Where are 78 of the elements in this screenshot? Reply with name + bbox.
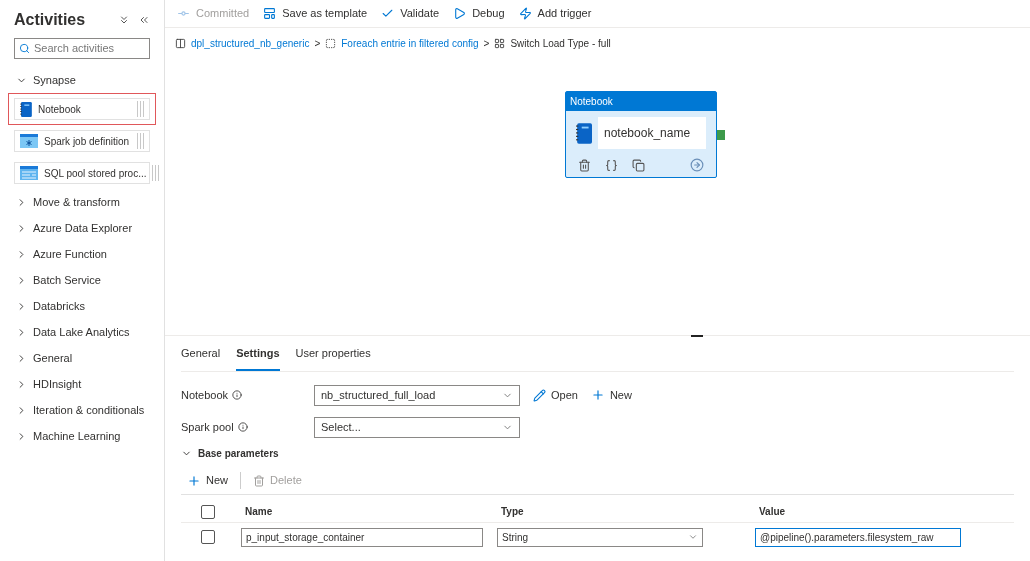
chevron-down-icon xyxy=(688,532,698,542)
value-field[interactable]: @pipeline().parameters.filesystem_raw xyxy=(755,527,961,547)
toolbar-button[interactable]: Debug xyxy=(453,5,505,22)
activity-item[interactable]: Spark job definition xyxy=(14,130,150,152)
column-header: Name xyxy=(245,505,274,519)
tab[interactable]: User properties xyxy=(295,344,371,371)
code-icon[interactable] xyxy=(605,158,618,172)
node-name: notebook_name xyxy=(598,117,706,149)
lightning-icon xyxy=(518,7,532,20)
pipeline-icon xyxy=(175,37,186,49)
breadcrumb-separator: > xyxy=(314,36,321,51)
action-button[interactable]: New xyxy=(590,386,632,404)
trash-icon xyxy=(253,474,265,487)
field-label: Notebook xyxy=(181,387,229,403)
type-dropdown[interactable]: String xyxy=(497,527,703,547)
info-icon[interactable] xyxy=(232,390,243,400)
add-output-icon[interactable] xyxy=(690,158,704,172)
breadcrumb-link[interactable]: Switch Load Type - full xyxy=(510,35,611,51)
notebook-icon xyxy=(576,122,592,144)
name-field[interactable]: p_input_storage_container xyxy=(241,527,483,547)
stored-procedure-icon xyxy=(20,166,38,180)
plus-icon xyxy=(187,473,201,488)
search-input[interactable]: Search activities xyxy=(34,40,145,57)
breadcrumb-link[interactable]: Foreach entrie in filtered config xyxy=(341,35,479,51)
drag-handle-icon[interactable] xyxy=(137,101,144,117)
category-header[interactable]: Machine Learning xyxy=(0,423,164,449)
breadcrumb-link[interactable]: dpl_structured_nb_generic xyxy=(191,35,310,51)
output-port[interactable] xyxy=(717,129,725,140)
collapse-all-icon[interactable] xyxy=(118,14,130,26)
tab[interactable]: General xyxy=(181,344,221,371)
checkbox[interactable] xyxy=(201,530,215,544)
field-label: Spark pool xyxy=(181,419,234,435)
activity-item[interactable]: Notebook xyxy=(14,98,150,120)
spark-job-icon xyxy=(20,134,38,148)
toolbar-button[interactable]: Save as template xyxy=(263,5,368,22)
drag-handle-icon[interactable] xyxy=(152,165,160,181)
toolbar-button[interactable]: Add trigger xyxy=(518,5,592,22)
category-header[interactable]: Azure Data Explorer xyxy=(0,215,164,241)
category-header[interactable]: General xyxy=(0,345,164,371)
category-header[interactable]: Batch Service xyxy=(0,267,164,293)
collapse-panel-icon[interactable] xyxy=(138,14,150,26)
drag-handle-icon[interactable] xyxy=(137,133,144,149)
copy-icon[interactable] xyxy=(632,158,645,172)
action-button[interactable]: New xyxy=(187,472,228,489)
search-field[interactable]: Search activities xyxy=(14,38,150,59)
category-header[interactable]: Azure Function xyxy=(0,241,164,267)
spark-pool-dropdown[interactable]: Select... xyxy=(314,416,520,438)
node-title: Notebook xyxy=(566,92,716,111)
pencil-icon xyxy=(533,388,546,402)
search-icon xyxy=(19,43,30,54)
delete-icon[interactable] xyxy=(578,158,591,172)
resize-handle[interactable] xyxy=(691,335,703,337)
check-icon xyxy=(381,7,395,20)
category-header[interactable]: Data Lake Analytics xyxy=(0,319,164,345)
chevron-right-icon xyxy=(16,248,27,260)
info-icon[interactable] xyxy=(237,422,248,432)
template-icon xyxy=(263,7,277,20)
play-icon xyxy=(453,7,467,20)
column-header: Value xyxy=(759,505,786,519)
column-header: Type xyxy=(501,505,525,519)
category-header[interactable]: Synapse xyxy=(0,67,164,93)
notebook-dropdown[interactable]: nb_structured_full_load xyxy=(314,384,520,406)
breadcrumb-separator: > xyxy=(483,36,490,51)
toolbar-button[interactable]: Validate xyxy=(381,5,440,22)
notebook-icon xyxy=(20,101,32,117)
category-header[interactable]: Databricks xyxy=(0,293,164,319)
checkbox[interactable] xyxy=(201,504,215,519)
tab[interactable]: Settings xyxy=(236,344,280,371)
activity-node[interactable]: Notebook notebook_name xyxy=(565,91,717,178)
category-header[interactable]: Move & transform xyxy=(0,189,164,215)
category-header[interactable]: HDInsight xyxy=(0,371,164,397)
section-toggle[interactable]: Base parameters xyxy=(181,446,1014,461)
action-button[interactable]: Open xyxy=(533,386,578,404)
category-header[interactable]: Iteration & conditionals xyxy=(0,397,164,423)
switch-icon xyxy=(494,37,506,49)
panel-title: Activities xyxy=(14,10,86,30)
foreach-icon xyxy=(325,37,337,49)
plus-icon xyxy=(590,388,605,402)
